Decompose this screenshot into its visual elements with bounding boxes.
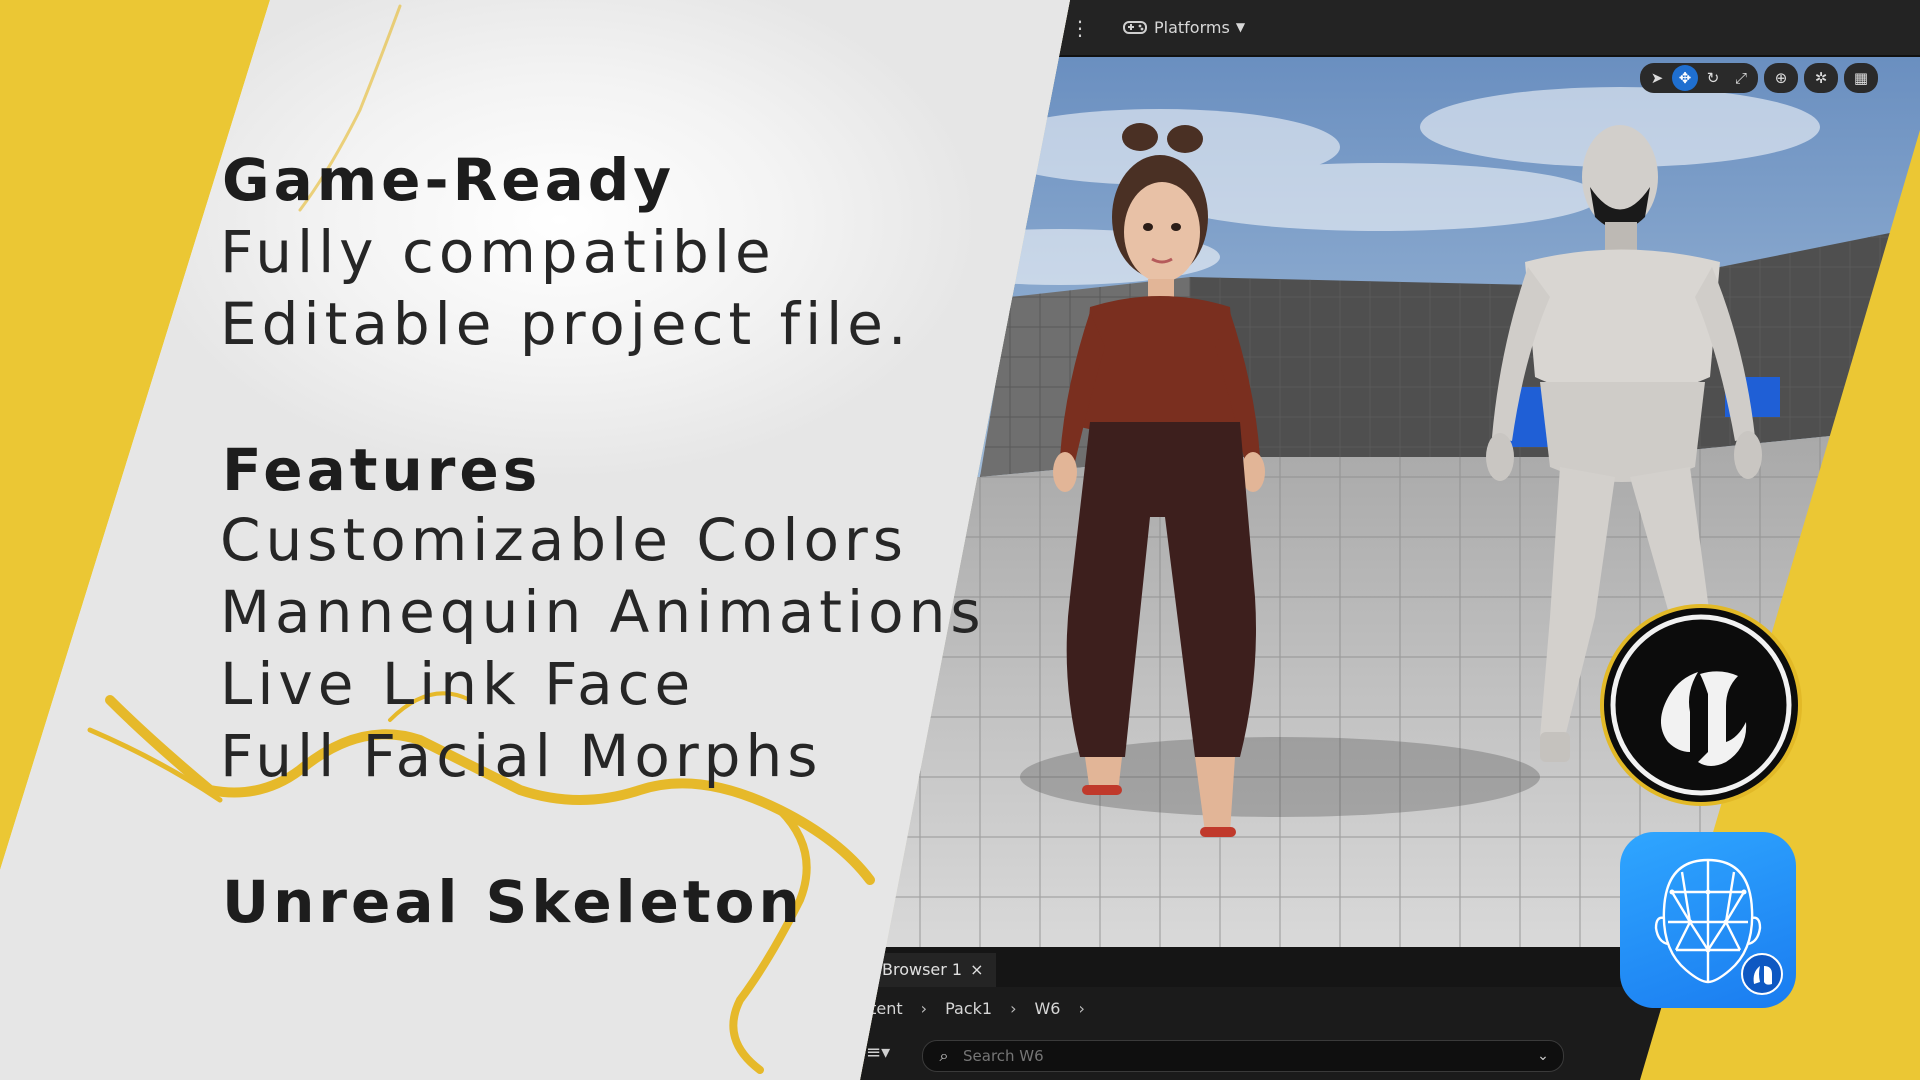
headline-line: Editable project file. <box>220 290 912 358</box>
unreal-badge-icon <box>1741 953 1783 995</box>
headline-line: Fully compatible <box>220 218 776 286</box>
live-link-face-app-icon <box>1620 832 1796 1008</box>
feature-item: Live Link Face <box>220 650 696 718</box>
headline-title: Game-Ready <box>222 146 676 214</box>
unreal-engine-logo <box>1600 604 1802 806</box>
features-title: Features <box>222 436 542 504</box>
face-mesh-icon <box>1654 858 1783 995</box>
skeleton-label: Unreal Skeleton <box>222 868 804 936</box>
feature-item: Mannequin Animations <box>220 578 986 646</box>
feature-item: Customizable Colors <box>220 506 908 574</box>
feature-item: Full Facial Morphs <box>220 722 823 790</box>
